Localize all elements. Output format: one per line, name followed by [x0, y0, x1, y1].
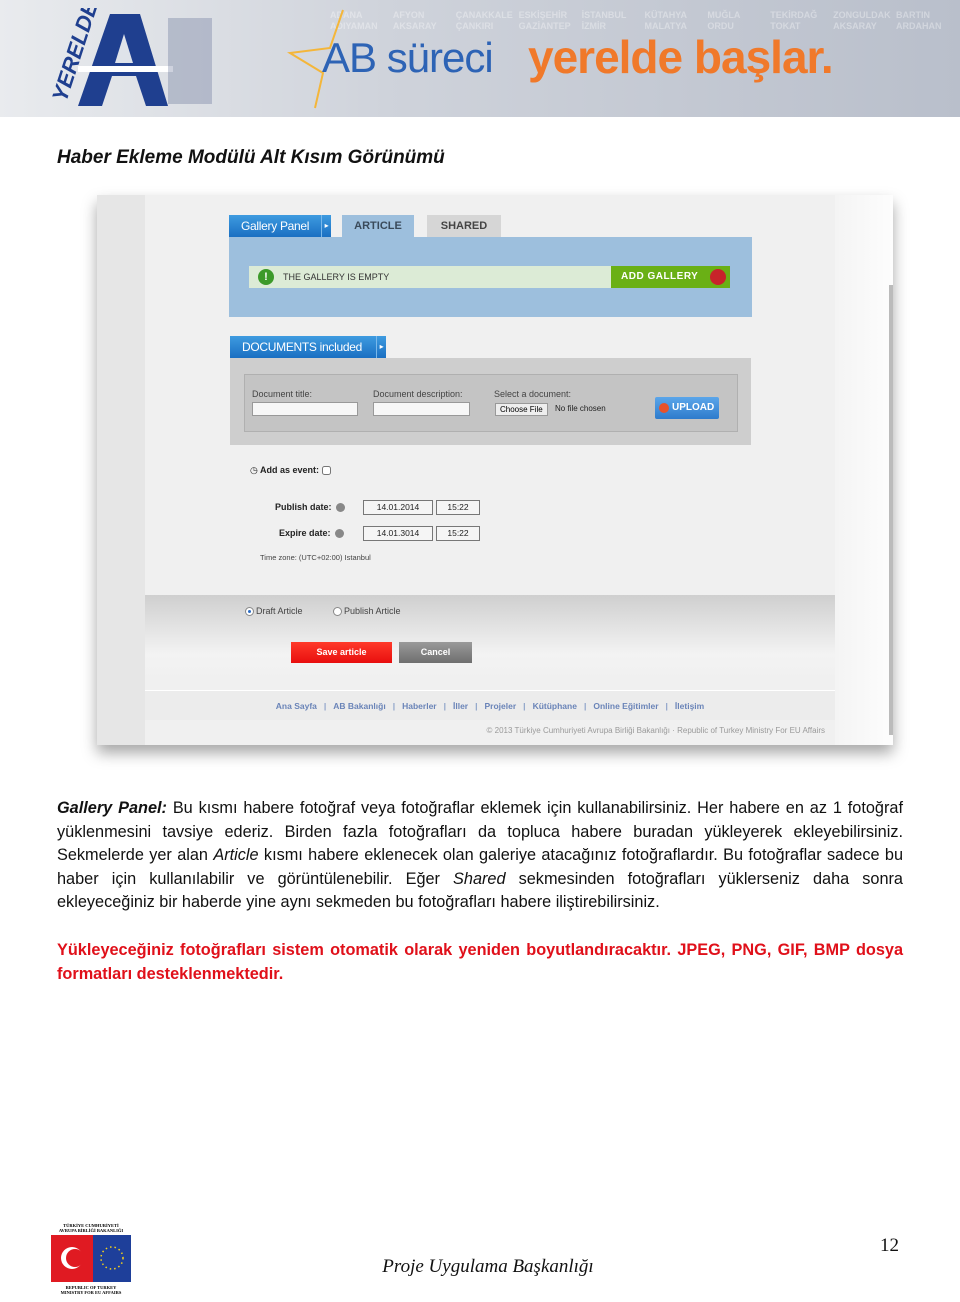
svg-text:AVRUPA BİRLİĞİ BAKANLIĞI: AVRUPA BİRLİĞİ BAKANLIĞI: [59, 1228, 124, 1233]
publish-date-input[interactable]: 14.01.2014: [363, 500, 433, 515]
document-title-input[interactable]: [252, 402, 358, 416]
chevron-right-icon: ▸: [321, 215, 331, 237]
nav-link[interactable]: Projeler: [485, 701, 517, 711]
clock-icon: ◷: [250, 465, 258, 475]
no-file-text: No file chosen: [555, 404, 606, 413]
documents-tab[interactable]: DOCUMENTS included ▸: [230, 336, 386, 358]
add-gallery-icon: [710, 269, 726, 285]
tab-article[interactable]: ARTICLE: [342, 215, 414, 237]
slogan-ab-sureci: AB süreci: [322, 34, 494, 81]
upload-button[interactable]: UPLOAD: [655, 397, 719, 419]
document-form: Document title: Document description: Se…: [244, 374, 738, 432]
expire-date-label: Expire date:: [279, 528, 344, 539]
expire-time-input[interactable]: 15:22: [436, 526, 480, 541]
save-article-button[interactable]: Save article: [291, 642, 392, 663]
publish-radio[interactable]: Publish Article: [333, 606, 401, 617]
add-event-checkbox[interactable]: [321, 466, 331, 476]
nav-link[interactable]: Online Eğitimler: [593, 701, 658, 711]
select-document-label: Select a document:: [494, 389, 572, 399]
nav-link[interactable]: AB Bakanlığı: [333, 701, 385, 711]
plus-icon: [659, 403, 669, 413]
document-description-label: Document description:: [373, 389, 463, 399]
embedded-screenshot: Gallery Panel ▸ ARTICLE SHARED ! THE GALL…: [97, 195, 893, 745]
document-title-label: Document title:: [252, 389, 313, 399]
chevron-right-icon: ▸: [376, 336, 386, 358]
slogan-yerelde-baslar: yerelde başlar.: [528, 31, 834, 83]
cms-page: Gallery Panel ▸ ARTICLE SHARED ! THE GALL…: [145, 195, 835, 745]
city-names-background: ADANA ADIYAMAN AFYON AKSARAY ÇANAKKALE Ç…: [330, 10, 942, 31]
publish-time-input[interactable]: 15:22: [436, 500, 480, 515]
nav-link[interactable]: İletişim: [675, 701, 704, 711]
nav-link[interactable]: Haberler: [402, 701, 437, 711]
description-paragraph: Gallery Panel: Bu kısmı habere fotoğraf …: [57, 799, 903, 912]
svg-text:MINISTRY FOR EU AFFAIRS: MINISTRY FOR EU AFFAIRS: [61, 1290, 122, 1295]
expire-date-input[interactable]: 14.01.3014: [363, 526, 433, 541]
info-icon: [335, 503, 345, 513]
yerelde-ab-logo: YERELDE: [48, 8, 212, 106]
nav-link[interactable]: Ana Sayfa: [276, 701, 317, 711]
footer-department: Proje Uygulama Başkanlığı: [382, 1256, 594, 1277]
gallery-area: ! THE GALLERY IS EMPTY ADD GALLERY: [229, 237, 752, 317]
footer-nav: Ana Sayfa | AB Bakanlığı | Haberler | İller | Pr…: [145, 690, 835, 720]
add-gallery-button[interactable]: ADD GALLERY: [611, 266, 730, 288]
gallery-panel-tab[interactable]: Gallery Panel ▸: [229, 215, 331, 237]
scrollbar[interactable]: [835, 195, 893, 745]
page-number: 12: [880, 1235, 899, 1256]
info-icon: [334, 529, 344, 539]
header-banner: ADANA ADIYAMAN AFYON AKSARAY ÇANAKKALE Ç…: [0, 0, 960, 117]
add-event-row: ◷ Add as event:: [250, 465, 331, 476]
gallery-status-text: THE GALLERY IS EMPTY: [283, 272, 390, 282]
nav-link[interactable]: İller: [453, 701, 468, 711]
exclamation-icon: !: [258, 269, 274, 285]
document-description-input[interactable]: [373, 402, 470, 416]
tab-shared[interactable]: SHARED: [427, 215, 501, 237]
document-heading: Haber Ekleme Modülü Alt Kısım Görünümü: [57, 147, 445, 168]
cancel-button[interactable]: Cancel: [399, 642, 472, 663]
publish-date-label: Publish date:: [275, 502, 345, 513]
gallery-status-bar: ! THE GALLERY IS EMPTY ADD GALLERY: [249, 266, 730, 288]
documents-area: Document title: Document description: Se…: [230, 358, 751, 445]
nav-link[interactable]: Kütüphane: [533, 701, 577, 711]
copyright-text: © 2013 Türkiye Cumhuriyeti Avrupa Birliğ…: [486, 726, 825, 735]
scrollbar-thumb[interactable]: [889, 285, 893, 735]
timezone-text: Time zone: (UTC+02:00) Istanbul: [260, 553, 371, 562]
choose-file-button[interactable]: Choose File: [495, 403, 548, 416]
format-warning: Yükleyeceğiniz fotoğrafları sistem otoma…: [57, 941, 903, 983]
draft-radio[interactable]: Draft Article: [245, 606, 303, 617]
